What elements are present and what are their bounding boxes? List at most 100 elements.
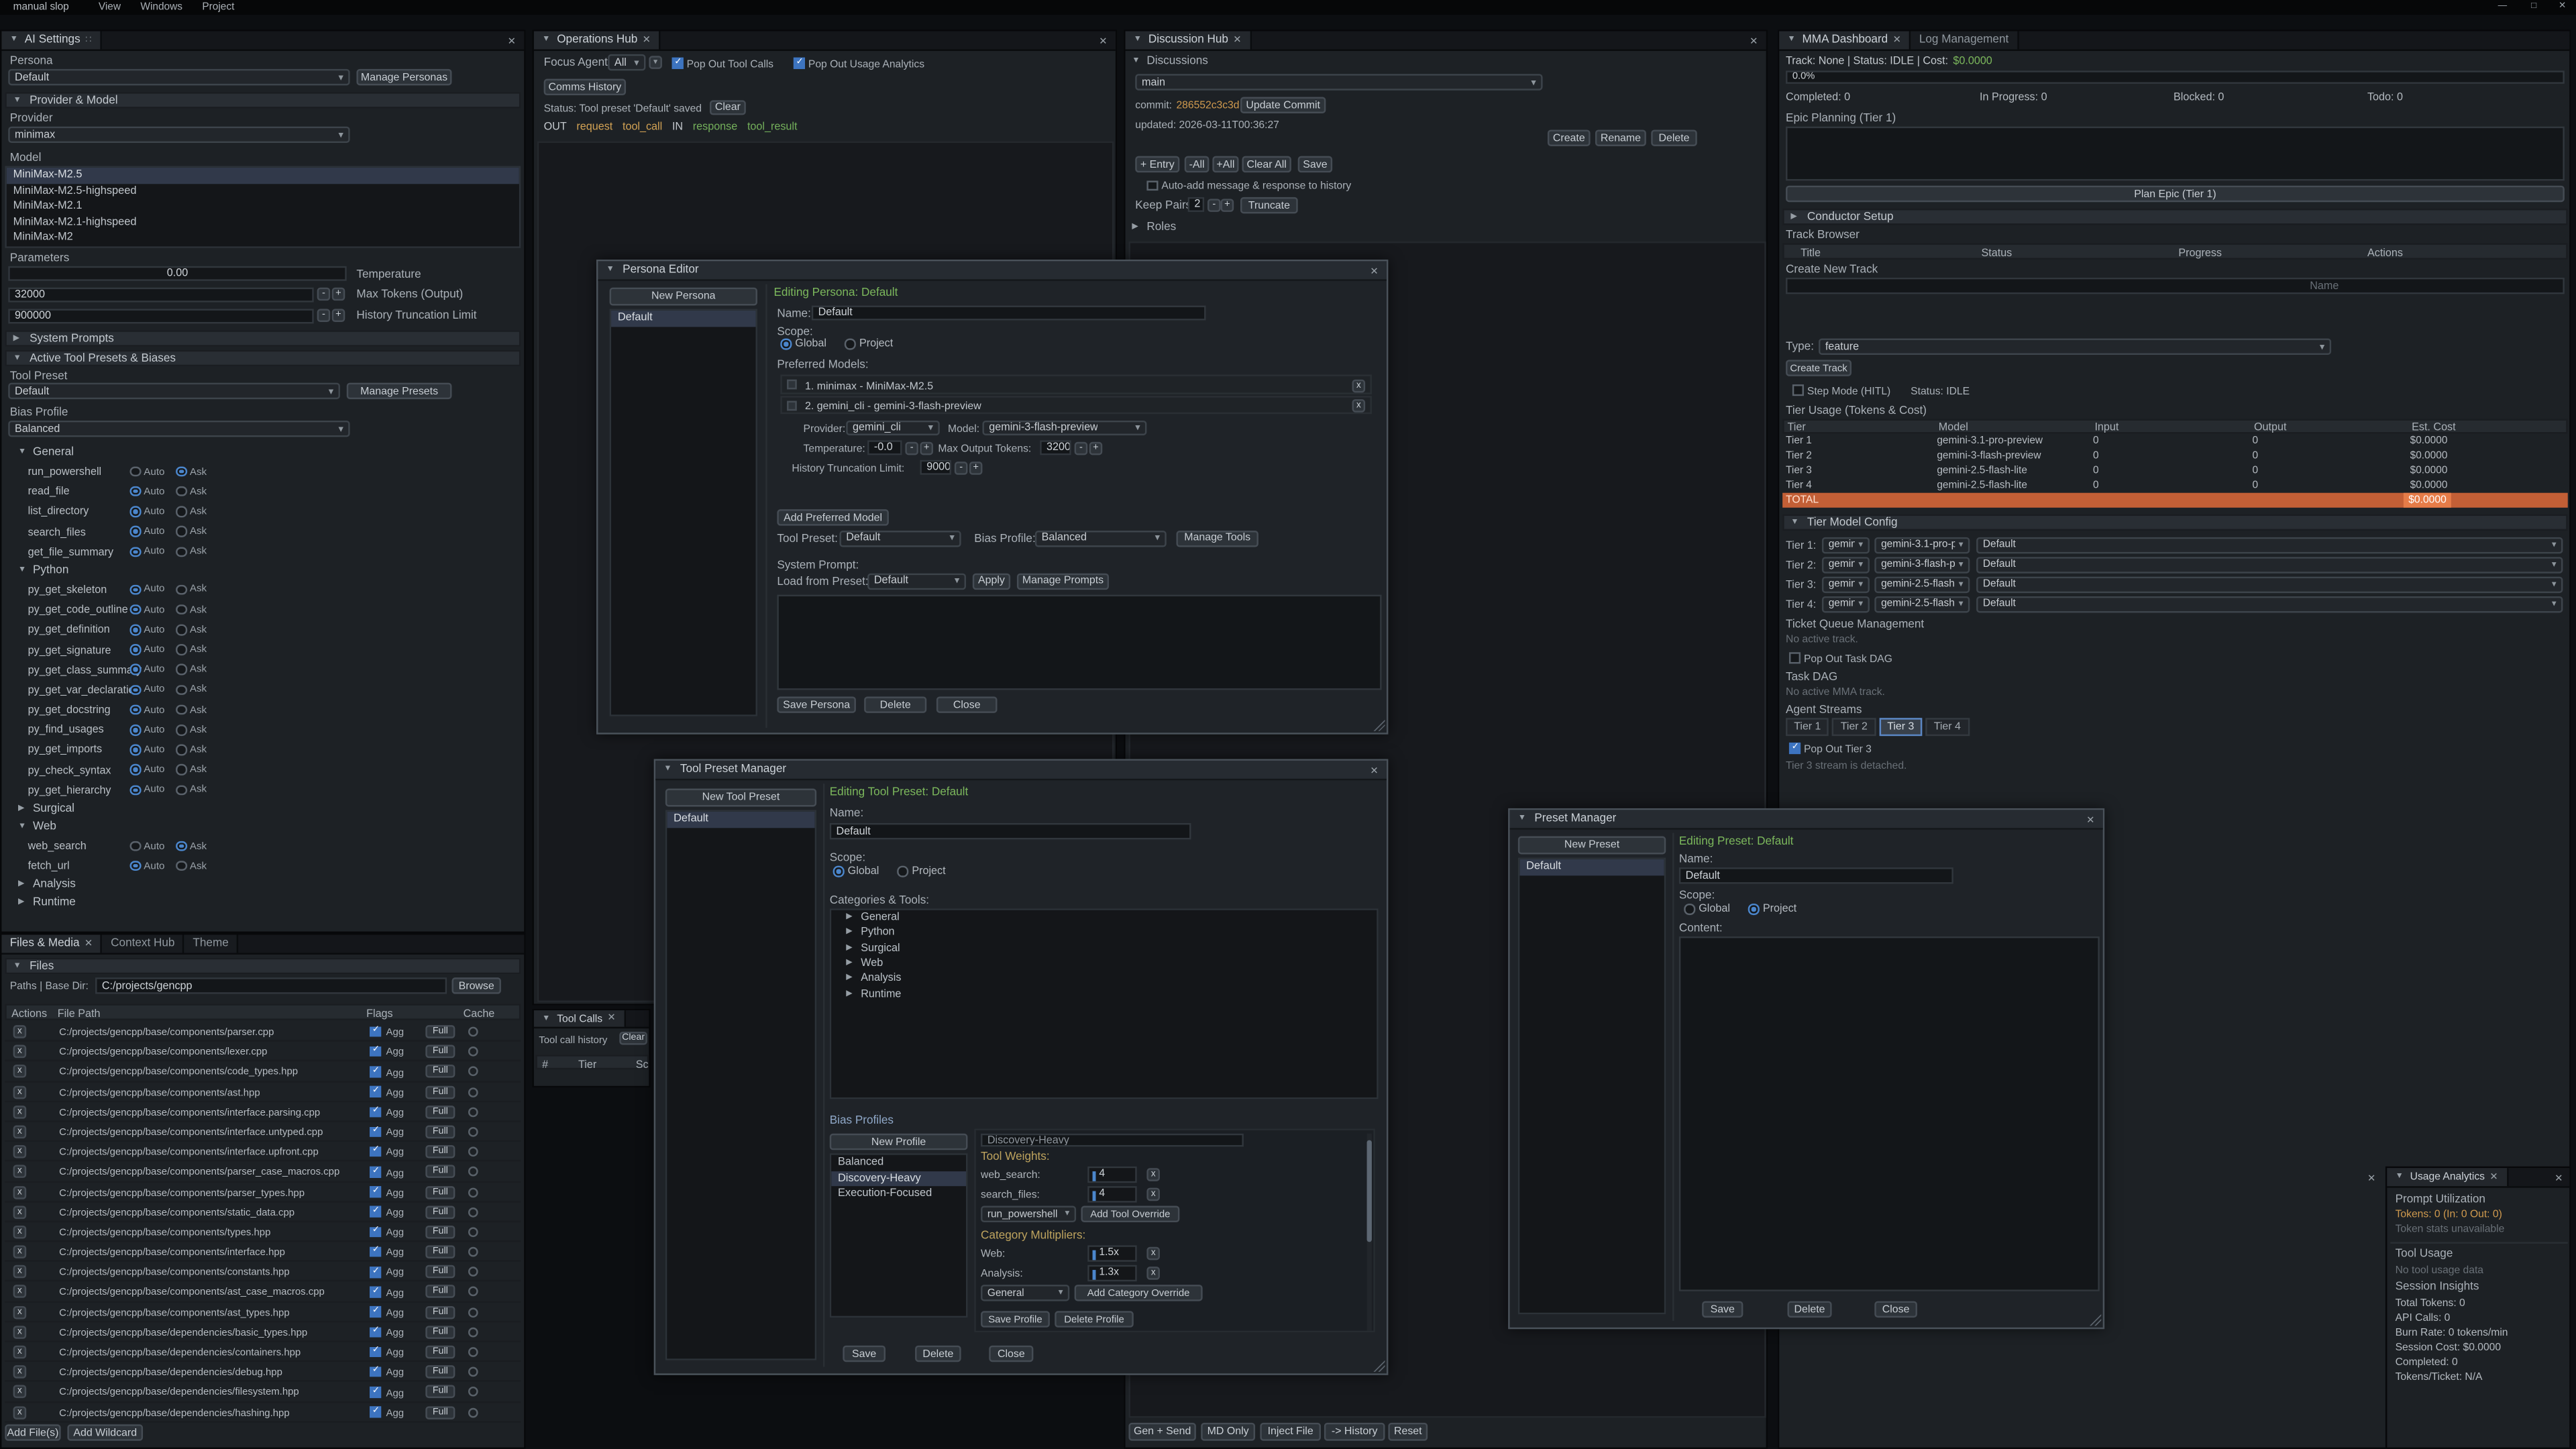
tool-mode-option-auto[interactable]: Auto bbox=[129, 644, 164, 655]
maximize-icon[interactable]: □ bbox=[2531, 1, 2536, 11]
tab-ai-settings[interactable]: AI Settings bbox=[1, 32, 101, 50]
tier-provider-dropdown[interactable]: gemini bbox=[1822, 556, 1870, 572]
close-tab-icon[interactable] bbox=[2489, 1172, 2498, 1182]
tool-mode-option-auto[interactable]: Auto bbox=[129, 724, 164, 735]
legend-item[interactable]: OUT bbox=[544, 121, 567, 133]
scrollbar-thumb[interactable] bbox=[1367, 1140, 1372, 1242]
decrement-button[interactable] bbox=[955, 461, 968, 474]
agg-checkbox[interactable] bbox=[370, 1307, 380, 1318]
tab-mma-dashboard[interactable]: MMA Dashboard bbox=[1779, 32, 1911, 50]
pm-provider-dropdown[interactable]: gemini_cli bbox=[846, 420, 940, 435]
tool-mode-option-ask[interactable]: Ask bbox=[176, 724, 207, 735]
remove-file-button[interactable]: x bbox=[13, 1385, 27, 1399]
full-button[interactable]: Full bbox=[425, 1385, 455, 1399]
remove-file-button[interactable]: x bbox=[13, 1145, 27, 1159]
category-item[interactable]: General bbox=[831, 910, 1377, 926]
section-active-tools[interactable]: Active Tool Presets & Biases bbox=[5, 350, 521, 366]
decrement-button[interactable] bbox=[1075, 441, 1088, 455]
increment-button[interactable] bbox=[969, 461, 983, 474]
new-tool-preset-button[interactable]: New Tool Preset bbox=[665, 789, 816, 807]
tool-mode-option-auto[interactable]: Auto bbox=[129, 704, 164, 716]
agg-checkbox[interactable] bbox=[370, 1347, 380, 1358]
tab-files-media[interactable]: Files & Media bbox=[1, 934, 102, 953]
increment-button[interactable] bbox=[920, 441, 933, 455]
tool-mode-option-auto[interactable]: Auto bbox=[129, 584, 164, 595]
create-discussion-button[interactable]: Create bbox=[1548, 129, 1591, 146]
bias-profile-item[interactable]: Balanced bbox=[831, 1155, 966, 1171]
scope-option-global[interactable]: Global bbox=[1684, 904, 1730, 915]
save-discussion-button[interactable]: Save bbox=[1298, 156, 1332, 172]
full-button[interactable]: Full bbox=[425, 1025, 455, 1038]
cache-indicator[interactable] bbox=[468, 1127, 478, 1137]
panel-close-icon[interactable] bbox=[2367, 1173, 2375, 1185]
collapse-all-button[interactable]: -All bbox=[1185, 156, 1210, 172]
full-button[interactable]: Full bbox=[425, 1305, 455, 1319]
weight-value[interactable]: 4 bbox=[1087, 1167, 1136, 1182]
tab-context-hub[interactable]: Context Hub bbox=[103, 934, 184, 953]
full-button[interactable]: Full bbox=[425, 1185, 455, 1199]
multiplier-value[interactable]: 1.3x bbox=[1087, 1265, 1136, 1281]
provider-dropdown[interactable]: minimax bbox=[8, 127, 350, 143]
agg-checkbox[interactable] bbox=[370, 1367, 380, 1378]
delete-discussion-button[interactable]: Delete bbox=[1651, 129, 1697, 146]
tab-discussion-hub[interactable]: Discussion Hub bbox=[1126, 32, 1252, 50]
section-tier-model-config[interactable]: Tier Model Config bbox=[1782, 515, 2568, 531]
preset-item[interactable]: Default bbox=[1519, 859, 1664, 875]
decrement-button[interactable] bbox=[317, 309, 331, 322]
tool-mode-option-ask[interactable]: Ask bbox=[176, 506, 207, 517]
model-option[interactable]: MiniMax-M2.1 bbox=[7, 199, 519, 214]
remove-file-button[interactable]: x bbox=[13, 1205, 27, 1219]
section-files[interactable]: Files bbox=[5, 958, 521, 974]
bias-profile-dropdown[interactable]: Balanced bbox=[8, 421, 350, 437]
manage-prompts-button[interactable]: Manage Prompts bbox=[1017, 572, 1109, 588]
category-item[interactable]: Python bbox=[831, 926, 1377, 941]
agg-checkbox[interactable] bbox=[370, 1167, 380, 1177]
update-commit-button[interactable]: Update Commit bbox=[1240, 97, 1326, 113]
agg-checkbox[interactable] bbox=[370, 1087, 380, 1097]
remove-file-button[interactable]: x bbox=[13, 1226, 27, 1239]
category-item[interactable]: Web bbox=[831, 956, 1377, 971]
cache-indicator[interactable] bbox=[468, 1147, 478, 1157]
pop-out-usage-checkbox[interactable] bbox=[794, 58, 804, 68]
tier-preset-dropdown[interactable]: Default bbox=[1976, 556, 2563, 572]
plan-epic-button[interactable]: Plan Epic (Tier 1) bbox=[1786, 186, 2565, 202]
model-option[interactable]: MiniMax-M2 bbox=[7, 230, 519, 246]
cache-indicator[interactable] bbox=[468, 1207, 478, 1217]
menu-windows[interactable]: Windows bbox=[140, 1, 182, 13]
reset-button[interactable]: Reset bbox=[1388, 1423, 1428, 1441]
clear-all-button[interactable]: Clear All bbox=[1242, 156, 1291, 172]
create-track-button[interactable]: Create Track bbox=[1786, 360, 1851, 376]
apply-button[interactable]: Apply bbox=[973, 572, 1010, 588]
new-preset-button[interactable]: New Preset bbox=[1518, 837, 1666, 855]
tier-provider-dropdown[interactable]: gemini bbox=[1822, 576, 1870, 592]
drag-handle[interactable] bbox=[787, 400, 797, 411]
close-tab-icon[interactable] bbox=[1893, 36, 1901, 46]
bias-profile-item[interactable]: Discovery-Heavy bbox=[831, 1171, 966, 1186]
remove-file-button[interactable]: x bbox=[13, 1125, 27, 1138]
persona-tool-preset-dropdown[interactable]: Default bbox=[839, 530, 961, 546]
delete-profile-button[interactable]: Delete Profile bbox=[1055, 1311, 1134, 1327]
browse-button[interactable]: Browse bbox=[451, 977, 500, 994]
full-button[interactable]: Full bbox=[425, 1366, 455, 1379]
scope-option-project[interactable]: Project bbox=[845, 338, 893, 350]
tool-mode-option-ask[interactable]: Ask bbox=[176, 664, 207, 676]
tier-preset-dropdown[interactable]: Default bbox=[1976, 576, 2563, 592]
close-button[interactable]: Close bbox=[936, 696, 998, 712]
add-files-button[interactable]: Add File(s) bbox=[5, 1424, 60, 1440]
cache-indicator[interactable] bbox=[468, 1327, 478, 1337]
remove-file-button[interactable]: x bbox=[13, 1346, 27, 1359]
agg-checkbox[interactable] bbox=[370, 1207, 380, 1218]
tool-preset-name-input[interactable]: Default bbox=[830, 823, 1191, 839]
scope-option-project[interactable]: Project bbox=[1748, 904, 1796, 915]
decrement-button[interactable] bbox=[905, 441, 918, 455]
cache-indicator[interactable] bbox=[468, 1307, 478, 1317]
tool-preset-dropdown[interactable]: Default bbox=[8, 383, 340, 399]
decrement-button[interactable] bbox=[1208, 198, 1221, 211]
bias-profile-item[interactable]: Execution-Focused bbox=[831, 1186, 966, 1201]
cache-indicator[interactable] bbox=[468, 1107, 478, 1117]
agg-checkbox[interactable] bbox=[370, 1327, 380, 1338]
remove-file-button[interactable]: x bbox=[13, 1185, 27, 1199]
persona-dropdown[interactable]: Default bbox=[8, 69, 350, 85]
full-button[interactable]: Full bbox=[425, 1326, 455, 1339]
pm-model-dropdown[interactable]: gemini-3-flash-preview bbox=[982, 420, 1146, 435]
